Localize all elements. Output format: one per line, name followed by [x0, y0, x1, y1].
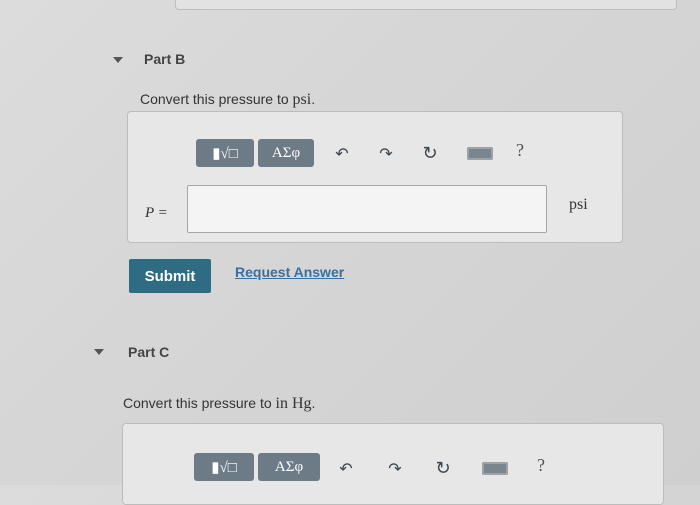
keyboard-shape: [482, 461, 508, 475]
reset-icon[interactable]: ↻: [432, 457, 454, 479]
answer-input[interactable]: [187, 185, 547, 233]
greek-symbols-label: ΑΣφ: [274, 458, 304, 475]
undo-icon[interactable]: ↶: [335, 457, 357, 479]
keyboard-shape: [467, 146, 493, 160]
help-icon[interactable]: ?: [509, 139, 531, 161]
prompt-unit: psi: [292, 91, 312, 108]
part-b-title: Part B: [144, 51, 186, 67]
keyboard-icon[interactable]: [480, 457, 510, 479]
previous-answer-box: [175, 0, 677, 10]
redo-icon[interactable]: ↷: [375, 142, 397, 164]
help-icon[interactable]: ?: [530, 454, 552, 476]
variable-label: P =: [145, 205, 168, 221]
request-answer-link[interactable]: Request Answer: [235, 264, 344, 280]
undo-icon[interactable]: ↶: [331, 142, 353, 164]
part-c-prompt: Convert this pressure to in Hg.: [123, 395, 315, 413]
prompt-unit: in Hg: [275, 395, 312, 412]
math-templates-icon: ▮√□: [211, 459, 237, 476]
keyboard-icon[interactable]: [465, 142, 495, 164]
prompt-suffix: .: [311, 395, 316, 411]
submit-button[interactable]: Submit: [129, 259, 211, 293]
greek-symbols-button[interactable]: ΑΣφ: [258, 139, 314, 167]
collapse-part-b-icon[interactable]: [113, 57, 123, 63]
collapse-part-c-icon[interactable]: [94, 349, 104, 355]
part-b-answer-box: ▮√□ ΑΣφ ↶ ↷ ↻ ? P = psi: [127, 111, 623, 243]
prompt-text: Convert this pressure to: [123, 395, 276, 411]
greek-symbols-label: ΑΣφ: [271, 144, 301, 161]
redo-icon[interactable]: ↷: [384, 457, 406, 479]
math-templates-button[interactable]: ▮√□: [196, 139, 254, 167]
greek-symbols-button[interactable]: ΑΣφ: [258, 453, 320, 481]
part-c-answer-box: ▮√□ ΑΣφ ↶ ↷ ↻ ?: [122, 423, 664, 505]
unit-label: psi: [569, 196, 588, 213]
math-templates-icon: ▮√□: [212, 145, 238, 162]
math-templates-button[interactable]: ▮√□: [194, 453, 254, 481]
part-b-prompt: Convert this pressure to psi.: [140, 91, 315, 109]
reset-icon[interactable]: ↻: [419, 142, 441, 164]
prompt-suffix: .: [311, 91, 316, 107]
prompt-text: Convert this pressure to: [140, 91, 293, 107]
part-c-title: Part C: [128, 344, 170, 360]
